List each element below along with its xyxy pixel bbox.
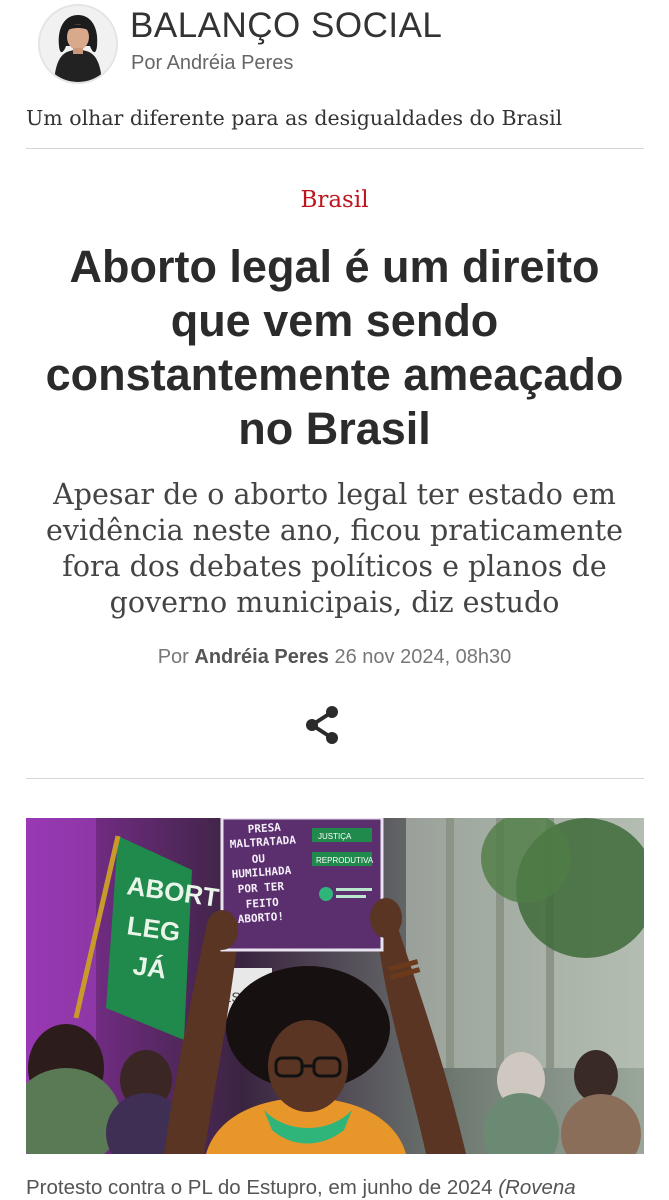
subhead-line: governo municipais, diz estudo [109, 586, 560, 619]
headline-line: Aborto legal é um direito [69, 241, 600, 292]
subhead-line: Apesar de o aborto legal ter estado em [53, 478, 616, 511]
share-button[interactable] [300, 703, 344, 747]
section-label[interactable]: Brasil [0, 187, 669, 213]
article-subhead: Apesar de o aborto legal ter estado em e… [0, 477, 669, 621]
headline-line: no Brasil [238, 403, 431, 454]
caption-text: Protesto contra o PL do Estupro, em junh… [26, 1176, 493, 1199]
blog-author[interactable]: Por Andréia Peres [131, 52, 293, 75]
subhead-line: fora dos debates políticos e planos de [62, 550, 607, 583]
photo-caption: Protesto contra o PL do Estupro, em junh… [26, 1176, 576, 1200]
byline-author[interactable]: Andréia Peres [194, 646, 329, 668]
sign-tag: JUSTIÇA [318, 832, 352, 841]
flag-text-line: JÁ [131, 950, 168, 984]
subhead-line: evidência neste ano, ficou praticamente [45, 514, 623, 547]
byline-date: 26 nov 2024, 08h30 [334, 646, 512, 668]
headline-line: constantemente ameaçado [45, 349, 624, 400]
article-photo[interactable]: ESP ABORT LEG JÁ PRESA MALTRATADA OU HUM… [26, 818, 644, 1154]
byline-prefix: Por [157, 646, 189, 668]
caption-credit: (Rovena [498, 1176, 576, 1199]
article-headline: Aborto legal é um direito que vem sendo … [0, 240, 669, 456]
author-avatar[interactable] [38, 4, 118, 84]
header-divider [26, 148, 644, 149]
sign-tag: REPRODUTIVA [316, 856, 374, 865]
sign-text-line: PRESA [247, 821, 281, 836]
blog-tagline: Um olhar diferente para as desigualdades… [26, 106, 563, 130]
sign-logo-icon [319, 887, 333, 901]
share-icon[interactable] [300, 703, 344, 747]
headline-line: que vem sendo [170, 295, 499, 346]
sign-text-line: OU [251, 852, 265, 866]
sign-text-line: FEITO [245, 896, 279, 911]
article-byline: Por Andréia Peres 26 nov 2024, 08h30 [0, 646, 669, 669]
article-divider [26, 778, 644, 779]
blog-header: BALANÇO SOCIAL Por Andréia Peres [0, 0, 669, 92]
blog-title[interactable]: BALANÇO SOCIAL [130, 6, 442, 46]
